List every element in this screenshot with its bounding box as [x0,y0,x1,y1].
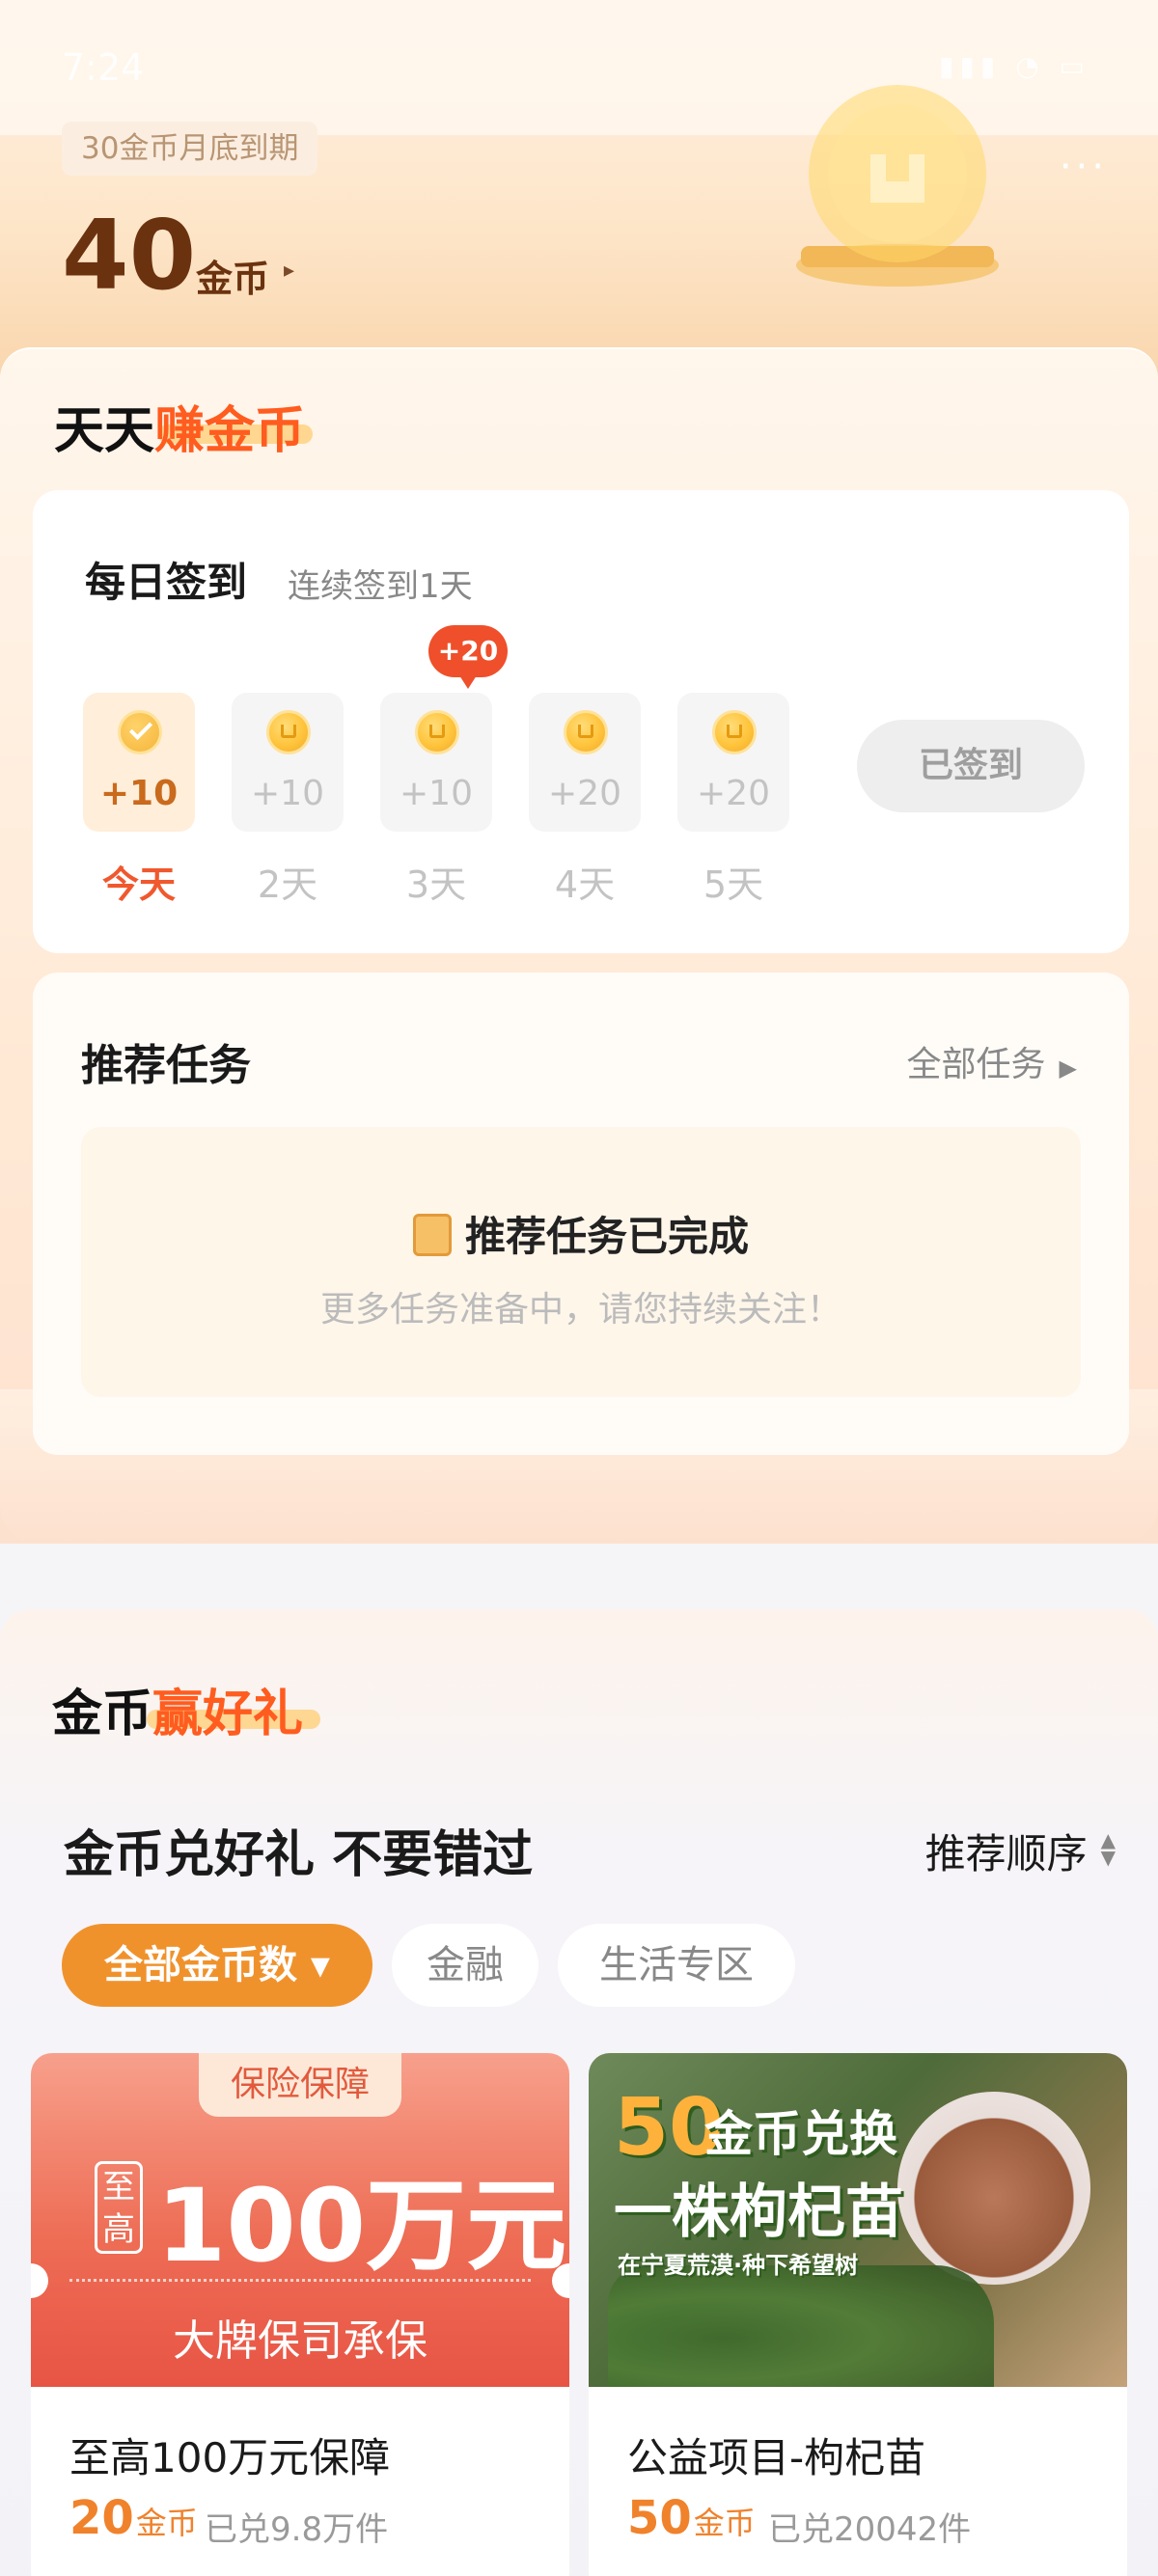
coin-icon [266,710,311,754]
more-icon[interactable]: ··· [1060,145,1108,189]
checkin-day[interactable]: +10 [380,693,492,832]
product-card-insurance[interactable]: 保险保障 至高 100万元 大牌保司承保 至高100万元保障 20金币 已兑9.… [31,2053,569,2576]
checkin-title: 每日签到 [85,559,248,606]
checkin-day[interactable]: +20 [529,693,641,832]
goji-banner-line1: 金币兑换 [704,2106,897,2162]
insurance-amount: 100万元 [156,2167,567,2285]
earn-section-title: 天天赚金币 [54,390,305,462]
gift-title-highlight: 赢好礼 [152,1685,304,1743]
tasks-empty-state: 推荐任务已完成 更多任务准备中，请您持续关注！ [81,1127,1081,1397]
ticket-notch [31,2263,48,2298]
insurance-banner: 保险保障 至高 100万元 大牌保司承保 [31,2053,569,2387]
product-sold: 已兑20042件 [768,2510,972,2549]
insurance-prefix: 至高 [95,2161,143,2254]
expire-tag: 30金币月底到期 [62,122,318,176]
price-value: 20 [69,2491,134,2545]
recommended-tasks-card: 推荐任务 全部任务 ▶ 推荐任务已完成 更多任务准备中，请您持续关注！ [33,973,1129,1455]
insurance-note: 大牌保司承保 [173,2316,427,2366]
coin-icon [712,710,757,754]
day-points: +20 [548,774,621,813]
product-card-goji[interactable]: 50 金币兑换 一株枸杞苗 在宁夏荒漠·种下希望树 公益项目-枸杞苗 50金币 … [589,2053,1127,2576]
tasks-done-row: 推荐任务已完成 [81,1204,1081,1263]
sort-dropdown[interactable]: 推荐顺序 ▲ ▼ [925,1822,1116,1880]
daily-checkin-card: 每日签到 连续签到1天 +20 +10 +10 +10 +20 +20 今天 2… [33,490,1129,953]
coin-unit[interactable]: 金币 [196,249,269,302]
all-tasks-link[interactable]: 全部任务 ▶ [907,1036,1077,1086]
tasks-done-title: 推荐任务已完成 [464,1213,749,1260]
day-points: +10 [251,774,324,813]
day-points: +10 [99,774,179,813]
status-time: 7:24 [62,46,145,89]
price-unit: 金币 [135,2505,198,2541]
product-price: 20金币 [69,2491,198,2545]
gold-coin-icon [796,85,999,287]
product-sold: 已兑9.8万件 [205,2510,389,2549]
price-unit: 金币 [693,2505,756,2541]
signed-button[interactable]: 已签到 [857,720,1085,812]
coin-balance[interactable]: 40 [62,203,196,309]
checkin-day[interactable]: +10 [83,693,195,832]
filter-chip-all[interactable]: 全部金币数 ▾ [62,1924,372,2007]
tasks-title: 推荐任务 [81,1041,251,1090]
day-label: 今天 [101,863,176,906]
goji-banner-sub: 在宁夏荒漠·种下希望树 [618,2252,859,2279]
checked-coin-icon [118,710,162,754]
day-points: +20 [697,774,770,813]
product-name: 至高100万元保障 [69,2434,391,2481]
filter-chip-finance[interactable]: 金融 [392,1924,538,2007]
bonus-badge: +20 [428,625,508,689]
checkin-day[interactable]: +20 [677,693,789,832]
coin-icon [415,710,459,754]
notepad-icon [412,1214,452,1256]
gift-section-title: 金币赢好礼 [52,1673,303,1745]
sort-arrows-icon: ▲ ▼ [1100,1828,1116,1869]
day-label: 2天 [257,863,318,906]
goji-plants-photo [608,2265,994,2387]
filter-chip-life[interactable]: 生活专区 [558,1924,795,2007]
all-tasks-label: 全部任务 [906,1045,1046,1084]
day-label: 3天 [405,863,467,906]
tasks-done-subtitle: 更多任务准备中，请您持续关注！ [319,1290,841,1329]
coin-icon [564,710,608,754]
earn-title-plain: 天天 [54,402,155,460]
insurance-tag: 保险保障 [199,2053,401,2117]
farmer-photo [897,2092,1090,2285]
checkin-streak: 连续签到1天 [288,567,473,606]
product-name: 公益项目-枸杞苗 [627,2434,926,2481]
price-value: 50 [627,2491,692,2545]
triangle-right-icon: ▶ [1059,1055,1077,1082]
day-label: 4天 [554,863,616,906]
gift-headline: 金币兑好礼 不要错过 [64,1826,534,1884]
earn-title-highlight: 赚金币 [154,402,306,460]
day-label: 5天 [703,863,764,906]
product-price: 50金币 [627,2491,756,2545]
sort-label: 推荐顺序 [924,1830,1088,1877]
gift-title-plain: 金币 [52,1685,153,1743]
day-points: +10 [400,774,473,813]
goji-banner-line2: 一株枸杞苗 [614,2179,903,2246]
chevron-right-icon[interactable]: ▸ [284,259,294,283]
dotted-divider [69,2279,531,2282]
checkin-day[interactable]: +10 [232,693,344,832]
goji-banner: 50 金币兑换 一株枸杞苗 在宁夏荒漠·种下希望树 [589,2053,1127,2387]
